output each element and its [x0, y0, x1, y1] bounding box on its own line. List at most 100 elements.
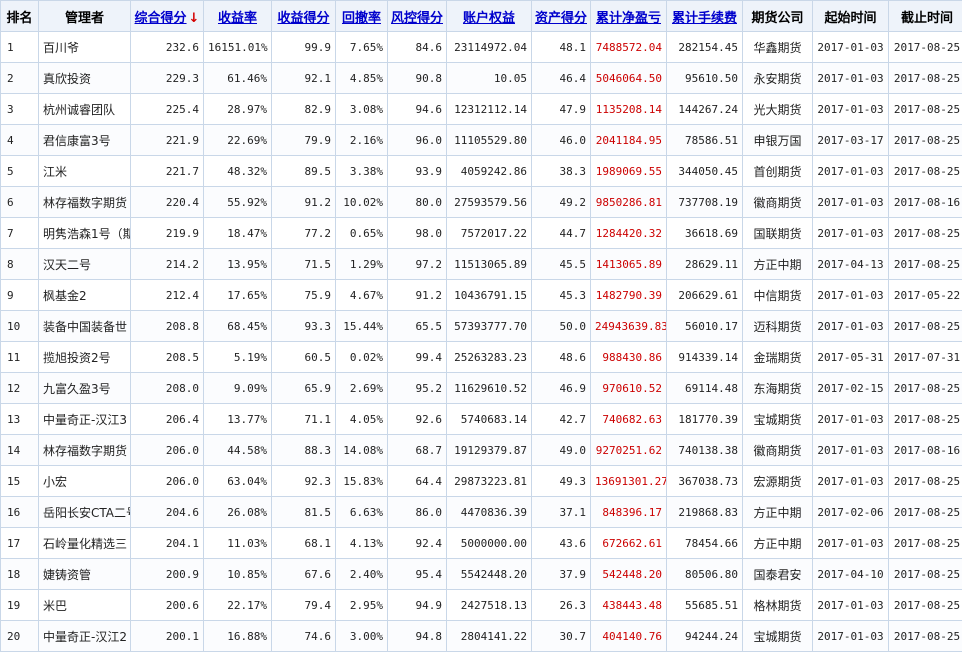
cell-broker: 徽商期货 [742, 186, 813, 218]
cell-risk-score: 98.0 [387, 217, 447, 249]
cell-composite-score: 208.5 [130, 341, 204, 373]
cell-asset-score: 46.4 [531, 62, 591, 94]
cell-cum-pnl: 1284420.32 [590, 217, 667, 249]
cell-cum-pnl: 404140.76 [590, 620, 667, 652]
cell-risk-score: 94.9 [387, 589, 447, 621]
cell-equity: 57393777.70 [446, 310, 532, 342]
table-row: 14 林存福数字期货 206.0 44.58% 88.3 14.08% 68.7 191293… [0, 434, 962, 466]
cell-start-date: 2017-04-13 [812, 248, 889, 280]
cell-rank: 8 [0, 248, 39, 280]
cell-return-score: 68.1 [271, 527, 336, 559]
cell-asset-score: 49.3 [531, 465, 591, 497]
table-row: 20 中量奇正-汉江2 200.1 16.88% 74.6 3.00% 94.8 280414… [0, 620, 962, 652]
cell-return-rate: 55.92% [203, 186, 272, 218]
cell-equity: 23114972.04 [446, 31, 532, 63]
cell-cum-pnl: 970610.52 [590, 372, 667, 404]
cell-equity: 10.05 [446, 62, 532, 94]
cell-return-score: 81.5 [271, 496, 336, 528]
cell-cum-fee: 36618.69 [666, 217, 743, 249]
cell-end-date: 2017-08-25 [888, 527, 962, 559]
cell-return-score: 67.6 [271, 558, 336, 590]
cell-equity: 19129379.87 [446, 434, 532, 466]
table-row: 8 汉天二号 214.2 13.95% 71.5 1.29% 97.2 11513065.89… [0, 248, 962, 280]
cell-return-score: 60.5 [271, 341, 336, 373]
cell-cum-pnl: 24943639.83 [590, 310, 667, 342]
cell-start-date: 2017-01-03 [812, 186, 889, 218]
cell-cum-pnl: 1413065.89 [590, 248, 667, 280]
cell-broker: 宝城期货 [742, 620, 813, 652]
cell-asset-score: 37.9 [531, 558, 591, 590]
cell-rank: 17 [0, 527, 39, 559]
cell-composite-score: 204.6 [130, 496, 204, 528]
cell-return-score: 91.2 [271, 186, 336, 218]
cell-cum-fee: 55685.51 [666, 589, 743, 621]
cell-start-date: 2017-01-03 [812, 279, 889, 311]
sort-risk-score[interactable]: 风控得分 [387, 0, 447, 32]
cell-broker: 方正中期 [742, 496, 813, 528]
cell-drawdown: 1.29% [335, 248, 388, 280]
cell-equity: 25263283.23 [446, 341, 532, 373]
cell-drawdown: 15.83% [335, 465, 388, 497]
cell-drawdown: 4.05% [335, 403, 388, 435]
cell-risk-score: 95.4 [387, 558, 447, 590]
cell-asset-score: 38.3 [531, 155, 591, 187]
sort-return-rate[interactable]: 收益率 [203, 0, 272, 32]
cell-end-date: 2017-08-25 [888, 372, 962, 404]
cell-equity: 2427518.13 [446, 589, 532, 621]
cell-end-date: 2017-08-25 [888, 31, 962, 63]
cell-cum-pnl: 2041184.95 [590, 124, 667, 156]
cell-manager: 君信康富3号 [38, 124, 131, 156]
cell-composite-score: 208.0 [130, 372, 204, 404]
cell-return-rate: 48.32% [203, 155, 272, 187]
cell-composite-score: 208.8 [130, 310, 204, 342]
cell-broker: 国联期货 [742, 217, 813, 249]
cell-cum-fee: 206629.61 [666, 279, 743, 311]
cell-manager: 揽旭投资2号 [38, 341, 131, 373]
sort-cum-pnl[interactable]: 累计净盈亏 [590, 0, 667, 32]
cell-end-date: 2017-08-25 [888, 62, 962, 94]
cell-composite-score: 232.6 [130, 31, 204, 63]
cell-risk-score: 95.2 [387, 372, 447, 404]
cell-manager: 江米 [38, 155, 131, 187]
cell-return-rate: 44.58% [203, 434, 272, 466]
sort-composite-score[interactable]: 综合得分 ↓ [130, 0, 204, 32]
cell-manager: 米巴 [38, 589, 131, 621]
cell-asset-score: 48.1 [531, 31, 591, 63]
cell-manager: 九富久盈3号 [38, 372, 131, 404]
sort-return-score[interactable]: 收益得分 [271, 0, 336, 32]
table-row: 16 岳阳长安CTA二号 204.6 26.08% 81.5 6.63% 86.0 44708… [0, 496, 962, 528]
cell-cum-pnl: 1482790.39 [590, 279, 667, 311]
cell-return-score: 92.3 [271, 465, 336, 497]
cell-composite-score: 200.9 [130, 558, 204, 590]
cell-risk-score: 99.4 [387, 341, 447, 373]
sort-equity[interactable]: 账户权益 [446, 0, 532, 32]
cell-asset-score: 46.0 [531, 124, 591, 156]
cell-start-date: 2017-01-03 [812, 527, 889, 559]
cell-broker: 东海期货 [742, 372, 813, 404]
cell-manager: 百川爷 [38, 31, 131, 63]
cell-risk-score: 97.2 [387, 248, 447, 280]
cell-return-score: 71.1 [271, 403, 336, 435]
table-row: 12 九富久盈3号 208.0 9.09% 65.9 2.69% 95.2 11629610.… [0, 372, 962, 404]
table-row: 13 中量奇正-汉江3 206.4 13.77% 71.1 4.05% 92.6 574068… [0, 403, 962, 435]
cell-return-score: 65.9 [271, 372, 336, 404]
cell-cum-fee: 78586.51 [666, 124, 743, 156]
cell-start-date: 2017-05-31 [812, 341, 889, 373]
sort-cum-fee[interactable]: 累计手续费 [666, 0, 743, 32]
cell-manager: 石岭量化精选三 [38, 527, 131, 559]
cell-risk-score: 65.5 [387, 310, 447, 342]
cell-return-score: 79.4 [271, 589, 336, 621]
cell-rank: 1 [0, 31, 39, 63]
cell-risk-score: 68.7 [387, 434, 447, 466]
cell-cum-pnl: 848396.17 [590, 496, 667, 528]
cell-risk-score: 64.4 [387, 465, 447, 497]
cell-rank: 9 [0, 279, 39, 311]
cell-rank: 10 [0, 310, 39, 342]
cell-cum-fee: 80506.80 [666, 558, 743, 590]
cell-rank: 2 [0, 62, 39, 94]
cell-cum-fee: 56010.17 [666, 310, 743, 342]
cell-drawdown: 2.69% [335, 372, 388, 404]
sort-drawdown[interactable]: 回撤率 [335, 0, 388, 32]
sort-asset-score[interactable]: 资产得分 [531, 0, 591, 32]
cell-cum-pnl: 1135208.14 [590, 93, 667, 125]
